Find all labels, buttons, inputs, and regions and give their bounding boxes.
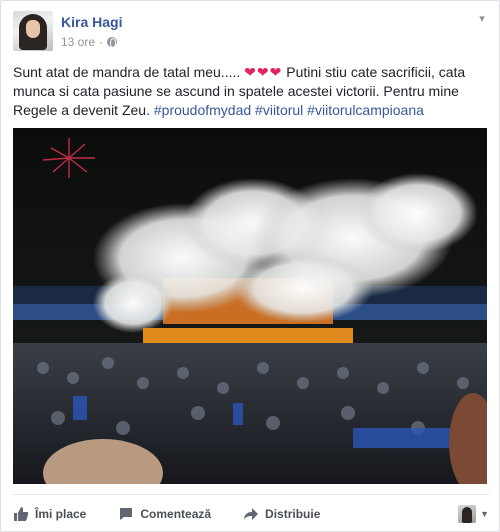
post-timestamp[interactable]: 13 ore xyxy=(61,35,95,49)
share-icon xyxy=(244,507,259,520)
like-label: Îmi place xyxy=(35,506,87,521)
action-bar: Îmi place Comentează Distribuie ▼ xyxy=(13,494,489,532)
post-photo[interactable] xyxy=(13,128,487,484)
share-label: Distribuie xyxy=(265,506,321,521)
post-card: Kira Hagi 13 ore · ▾ Sunt atat de mandra… xyxy=(0,0,500,532)
hashtag-links[interactable]: #proudofmydad #viitorul #viitorulcampioa… xyxy=(154,102,424,118)
chevron-down-icon[interactable]: ▾ xyxy=(475,13,489,25)
post-text: Sunt atat de mandra de tatal meu..... ❤❤… xyxy=(13,63,491,120)
author-avatar[interactable] xyxy=(13,11,53,51)
chevron-down-icon: ▼ xyxy=(480,508,489,519)
post-as-selector[interactable]: ▼ xyxy=(458,504,489,523)
post-subline: 13 ore · xyxy=(61,35,122,49)
author-name[interactable]: Kira Hagi xyxy=(61,13,122,31)
hearts-emoji: ❤❤❤ xyxy=(244,64,283,80)
separator-dot: · xyxy=(99,35,104,49)
like-button[interactable]: Îmi place xyxy=(13,506,86,522)
comment-button[interactable]: Comentează xyxy=(118,506,211,522)
viewer-avatar xyxy=(458,504,477,523)
post-text-start: Sunt atat de mandra de tatal meu..... xyxy=(13,64,245,80)
post-header: Kira Hagi 13 ore · xyxy=(13,11,122,53)
post-meta: Kira Hagi 13 ore · xyxy=(61,11,122,53)
share-button[interactable]: Distribuie xyxy=(243,506,320,522)
globe-icon[interactable] xyxy=(107,37,118,48)
thumbs-up-icon xyxy=(14,506,29,521)
stadium-celebration-image xyxy=(13,128,487,484)
comment-icon xyxy=(120,507,133,520)
comment-label: Comentează xyxy=(140,506,212,521)
